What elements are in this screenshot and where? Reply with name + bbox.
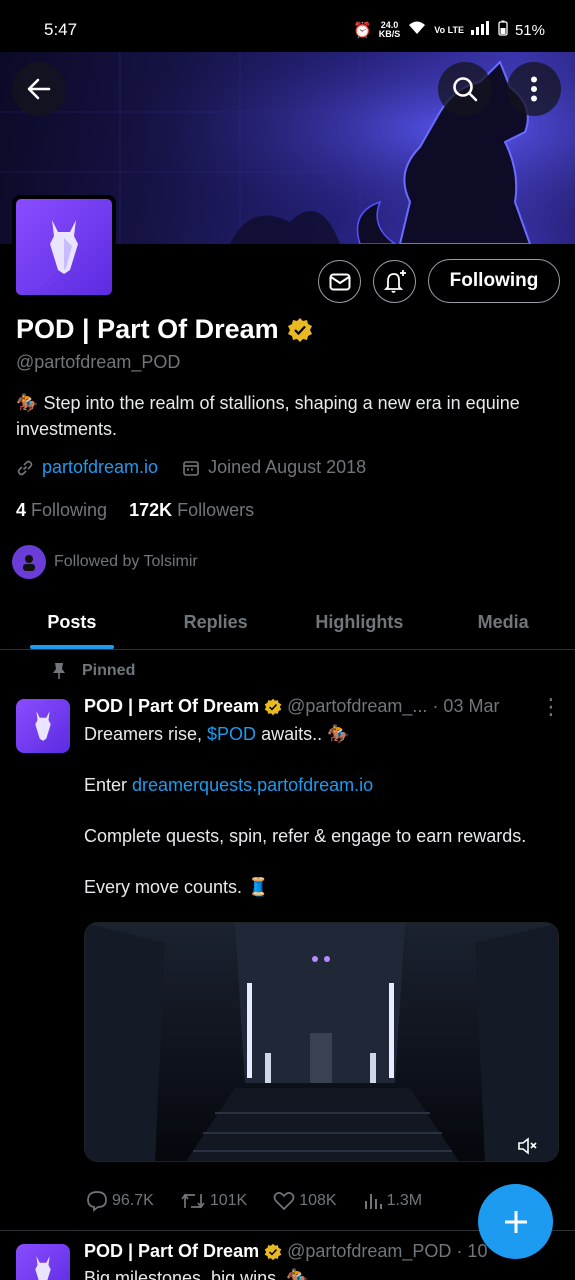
mail-icon — [329, 273, 350, 290]
back-arrow-icon — [27, 78, 51, 100]
tab-posts[interactable]: Posts — [0, 595, 144, 649]
battery-icon — [498, 20, 508, 40]
bell-plus-icon — [383, 269, 406, 293]
volte-indicator: Vo LTE — [434, 24, 464, 35]
like-action[interactable]: 108K — [273, 1190, 337, 1212]
post-line-3: Complete quests, spin, refer & engage to… — [84, 826, 527, 846]
back-button[interactable] — [12, 62, 66, 116]
search-button[interactable] — [438, 62, 492, 116]
post-line-1: Dreamers rise, $POD awaits.. 🏇 — [84, 724, 350, 744]
compose-button[interactable] — [478, 1184, 553, 1259]
status-time: 5:47 — [44, 20, 78, 39]
post-author-name[interactable]: POD | Part Of Dream — [84, 1241, 259, 1262]
profile-name: POD | Part Of Dream — [16, 314, 279, 344]
pin-icon — [53, 663, 65, 679]
post-date: · 03 Mar — [432, 696, 500, 716]
post-avatar[interactable] — [16, 1244, 70, 1280]
signal-icon — [470, 21, 491, 39]
plus-icon — [504, 1210, 527, 1233]
horse-logo-icon — [35, 1256, 51, 1280]
followed-by-row[interactable]: Followed by Tolsimir — [12, 545, 198, 579]
battery-percent: 51% — [514, 21, 545, 39]
profile-avatar[interactable] — [12, 195, 116, 299]
horse-logo-icon — [50, 220, 78, 274]
post-line-1: Big milestones, big wins. 🏇 — [84, 1268, 309, 1280]
following-count-link[interactable]: 4 Following — [16, 500, 107, 521]
profile-joined: Joined August 2018 — [208, 457, 367, 477]
post-more-icon[interactable]: ⋮ — [540, 694, 562, 720]
status-icons: ⏰ 24.0 KB/S Vo LTE 51% — [353, 20, 545, 40]
followers-count-link[interactable]: 172K Followers — [129, 500, 254, 521]
views-icon — [364, 1194, 382, 1209]
verified-badge-icon — [264, 1243, 282, 1260]
follow-counts: 4 Following 172K Followers — [16, 500, 254, 521]
post-header: POD | Part Of Dream @partofdream_POD · 1… — [84, 1241, 487, 1262]
post-video[interactable] — [84, 922, 559, 1162]
message-button[interactable] — [318, 260, 361, 303]
alarm-icon: ⏰ — [353, 22, 372, 39]
profile-meta: partofdream.io Joined August 2018 — [16, 457, 366, 478]
post-author-handle: @partofdream_POD — [287, 1241, 452, 1261]
horse-logo-icon — [35, 711, 51, 741]
cashtag-link[interactable]: $POD — [207, 724, 256, 744]
profile-website-link[interactable]: partofdream.io — [42, 457, 158, 478]
wifi-icon — [407, 20, 427, 40]
heart-icon — [273, 1192, 295, 1211]
calendar-icon — [183, 460, 199, 476]
post-avatar[interactable] — [16, 699, 70, 753]
repost-action[interactable]: 101K — [180, 1190, 247, 1212]
search-icon — [453, 77, 478, 102]
views-action[interactable]: 1.3M — [363, 1190, 422, 1212]
follower-avatar — [12, 545, 46, 579]
status-bar: 5:47 ⏰ 24.0 KB/S Vo LTE 51% — [0, 0, 575, 60]
verified-badge-icon — [264, 698, 282, 715]
post-actions: 96.7K 101K 108K 1.3M — [86, 1190, 422, 1212]
link-icon — [17, 460, 33, 475]
pinned-label: Pinned — [52, 662, 135, 680]
profile-tabs: Posts Replies Highlights Media — [0, 595, 575, 650]
tab-replies[interactable]: Replies — [144, 595, 288, 649]
quest-url-link[interactable]: dreamerquests.partofdream.io — [132, 775, 373, 795]
bio-text: Step into the realm of stallions, shapin… — [16, 393, 520, 439]
profile-handle: @partofdream_POD — [16, 352, 181, 372]
profile-name-row: POD | Part Of Dream — [16, 314, 313, 345]
post-author-name[interactable]: POD | Part Of Dream — [84, 696, 259, 717]
following-button[interactable]: Following — [428, 259, 560, 303]
repost-icon — [181, 1193, 205, 1209]
more-vertical-icon — [531, 76, 537, 102]
post-header: POD | Part Of Dream @partofdream_... · 0… — [84, 696, 499, 717]
reply-icon — [87, 1191, 107, 1212]
post-line-4: Every move counts. 🧵 — [84, 877, 270, 897]
post-date: · 10 — [456, 1241, 488, 1261]
profile-bio: 🏇 Step into the realm of stallions, shap… — [16, 390, 561, 442]
tab-media[interactable]: Media — [431, 595, 575, 649]
post-line-2: Enter dreamerquests.partofdream.io — [84, 775, 374, 795]
reply-action[interactable]: 96.7K — [86, 1190, 154, 1212]
more-options-button[interactable] — [507, 62, 561, 116]
tab-highlights[interactable]: Highlights — [288, 595, 432, 649]
followed-by-text: Followed by Tolsimir — [54, 553, 198, 570]
net-speed: 24.0 KB/S — [378, 20, 401, 39]
post-author-handle: @partofdream_... — [287, 696, 428, 716]
verified-badge-icon — [287, 317, 312, 342]
mute-icon[interactable] — [517, 1137, 539, 1155]
bio-emoji: 🏇 — [16, 393, 39, 413]
notify-button[interactable] — [373, 260, 416, 303]
